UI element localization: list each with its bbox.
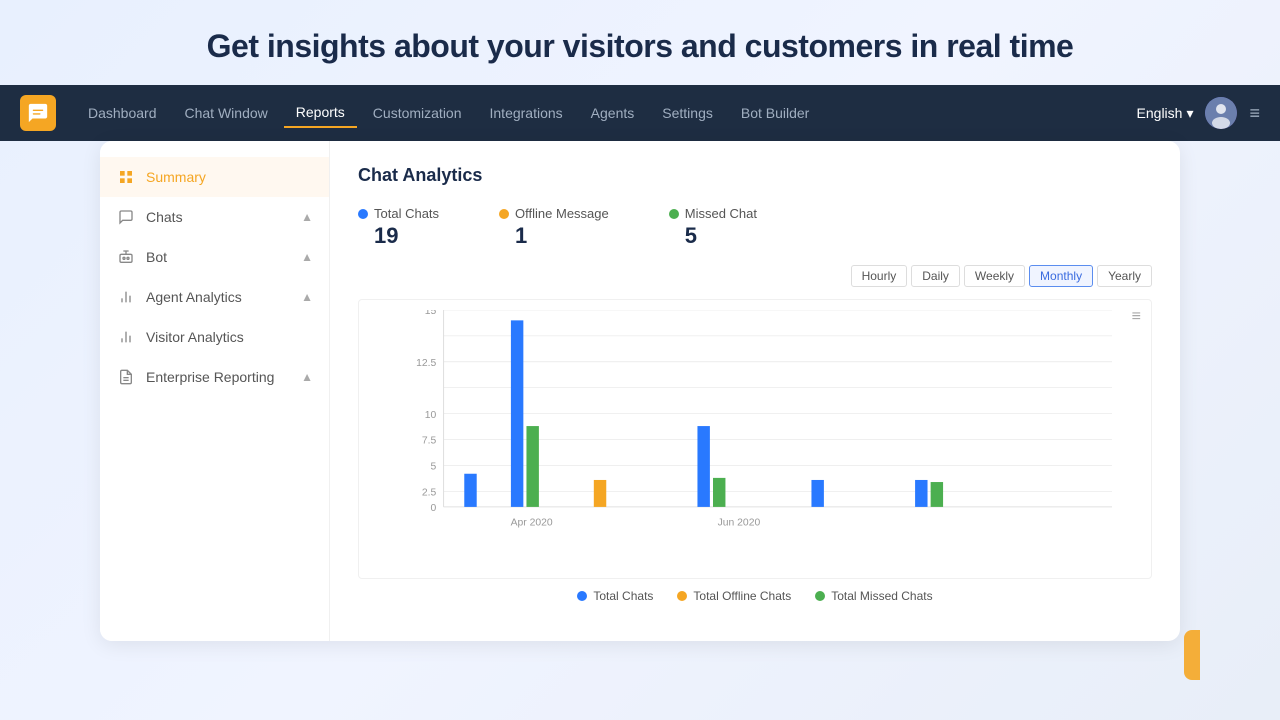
stat-total-chats: Total Chats 19	[358, 206, 439, 249]
sidebar-agent-analytics-label: Agent Analytics	[146, 289, 242, 305]
svg-text:7.5: 7.5	[422, 436, 437, 447]
user-avatar[interactable]	[1205, 97, 1237, 129]
total-chats-dot	[358, 209, 368, 219]
missed-chat-label: Missed Chat	[685, 206, 757, 221]
stat-offline-message: Offline Message 1	[499, 206, 609, 249]
nav-integrations[interactable]: Integrations	[478, 99, 575, 127]
bot-chevron: ▲	[301, 250, 313, 264]
language-selector[interactable]: English ▾	[1137, 105, 1194, 122]
total-chats-label: Total Chats	[374, 206, 439, 221]
content-area: Chat Analytics Total Chats 19 Offline Me…	[330, 141, 1180, 641]
enterprise-reporting-chevron: ▲	[301, 370, 313, 384]
bar-apr-green	[526, 426, 538, 507]
sidebar-enterprise-reporting-label: Enterprise Reporting	[146, 369, 274, 385]
bar-jun-green-1	[713, 478, 725, 507]
nav-customization[interactable]: Customization	[361, 99, 474, 127]
hero-title: Get insights about your visitors and cus…	[0, 0, 1280, 85]
language-label: English	[1137, 105, 1183, 121]
sidebar-item-chats[interactable]: Chats ▲	[100, 197, 329, 237]
svg-text:Apr 2020: Apr 2020	[511, 518, 553, 529]
navbar-logo[interactable]	[20, 95, 56, 131]
svg-text:Jun 2020: Jun 2020	[718, 518, 761, 529]
svg-text:5: 5	[431, 462, 437, 473]
missed-chat-dot	[669, 209, 679, 219]
chart-svg: 15 12.5 10 7.5 5 2.5 0	[399, 310, 1141, 538]
sidebar-summary-label: Summary	[146, 169, 206, 185]
time-filter-row: Hourly Daily Weekly Monthly Yearly	[358, 265, 1152, 287]
nav-chat-window[interactable]: Chat Window	[173, 99, 280, 127]
legend-missed-label: Total Missed Chats	[831, 589, 932, 603]
svg-text:15: 15	[425, 310, 437, 317]
sidebar-item-visitor-analytics[interactable]: Visitor Analytics	[100, 317, 329, 357]
bar-apr-blue-tall	[511, 320, 523, 507]
bar-jun-blue-1	[697, 426, 709, 507]
legend-offline-dot	[677, 591, 687, 601]
sidebar-bot-label: Bot	[146, 249, 167, 265]
chats-chevron: ▲	[301, 210, 313, 224]
nav-bot-builder[interactable]: Bot Builder	[729, 99, 821, 127]
offline-message-value: 1	[499, 223, 609, 249]
nav-items: Dashboard Chat Window Reports Customizat…	[76, 98, 1137, 128]
chart-menu-icon[interactable]: ≡	[1132, 308, 1141, 326]
offline-message-label: Offline Message	[515, 206, 609, 221]
stats-row: Total Chats 19 Offline Message 1 Missed …	[358, 206, 1152, 249]
chart-legend: Total Chats Total Offline Chats Total Mi…	[358, 589, 1152, 603]
section-title: Chat Analytics	[358, 165, 1152, 186]
legend-total-missed-chats: Total Missed Chats	[815, 589, 932, 603]
navbar: Dashboard Chat Window Reports Customizat…	[0, 85, 1280, 141]
legend-missed-dot	[815, 591, 825, 601]
sidebar-item-agent-analytics[interactable]: Agent Analytics ▲	[100, 277, 329, 317]
sidebar-item-bot[interactable]: Bot ▲	[100, 237, 329, 277]
bot-icon	[116, 247, 136, 267]
chart-container: ≡ 15 12.5 10 7.5 5 2.5 0	[358, 299, 1152, 579]
stat-missed-chat: Missed Chat 5	[669, 206, 757, 249]
hero-section: Get insights about your visitors and cus…	[0, 0, 1280, 85]
time-btn-monthly[interactable]: Monthly	[1029, 265, 1093, 287]
legend-total-chats: Total Chats	[577, 589, 653, 603]
total-chats-value: 19	[358, 223, 439, 249]
chats-icon	[116, 207, 136, 227]
sidebar-item-enterprise-reporting[interactable]: Enterprise Reporting ▲	[100, 357, 329, 397]
visitor-analytics-icon	[116, 327, 136, 347]
sidebar-visitor-analytics-label: Visitor Analytics	[146, 329, 244, 345]
agent-analytics-icon	[116, 287, 136, 307]
legend-total-chats-label: Total Chats	[593, 589, 653, 603]
navbar-right: English ▾ ≡	[1137, 97, 1260, 129]
bar-far-green-1	[931, 482, 943, 507]
legend-total-offline-chats: Total Offline Chats	[677, 589, 791, 603]
missed-chat-value: 5	[669, 223, 757, 249]
sidebar: Summary Chats ▲ Bot ▲	[100, 141, 330, 641]
nav-agents[interactable]: Agents	[579, 99, 647, 127]
time-btn-daily[interactable]: Daily	[911, 265, 960, 287]
sidebar-chats-label: Chats	[146, 209, 183, 225]
bar-offline-orange	[594, 480, 606, 507]
menu-icon[interactable]: ≡	[1249, 103, 1260, 124]
offline-message-dot	[499, 209, 509, 219]
time-btn-yearly[interactable]: Yearly	[1097, 265, 1152, 287]
svg-text:10: 10	[425, 410, 437, 421]
bar-right-blue-1	[811, 480, 823, 507]
nav-reports[interactable]: Reports	[284, 98, 357, 128]
legend-total-chats-dot	[577, 591, 587, 601]
legend-offline-label: Total Offline Chats	[693, 589, 791, 603]
time-btn-hourly[interactable]: Hourly	[851, 265, 908, 287]
logo-icon	[20, 95, 56, 131]
nav-dashboard[interactable]: Dashboard	[76, 99, 169, 127]
bar-far-blue-1	[915, 480, 927, 507]
svg-text:2.5: 2.5	[422, 488, 437, 499]
agent-analytics-chevron: ▲	[301, 290, 313, 304]
language-chevron: ▾	[1186, 105, 1193, 122]
main-container: Summary Chats ▲ Bot ▲	[100, 141, 1180, 641]
svg-text:0: 0	[431, 503, 437, 514]
summary-icon	[116, 167, 136, 187]
sidebar-item-summary[interactable]: Summary	[100, 157, 329, 197]
time-btn-weekly[interactable]: Weekly	[964, 265, 1025, 287]
bar-apr-blue-1	[464, 474, 476, 507]
enterprise-reporting-icon	[116, 367, 136, 387]
orange-accent	[1184, 630, 1200, 680]
svg-text:12.5: 12.5	[416, 358, 436, 369]
nav-settings[interactable]: Settings	[650, 99, 725, 127]
